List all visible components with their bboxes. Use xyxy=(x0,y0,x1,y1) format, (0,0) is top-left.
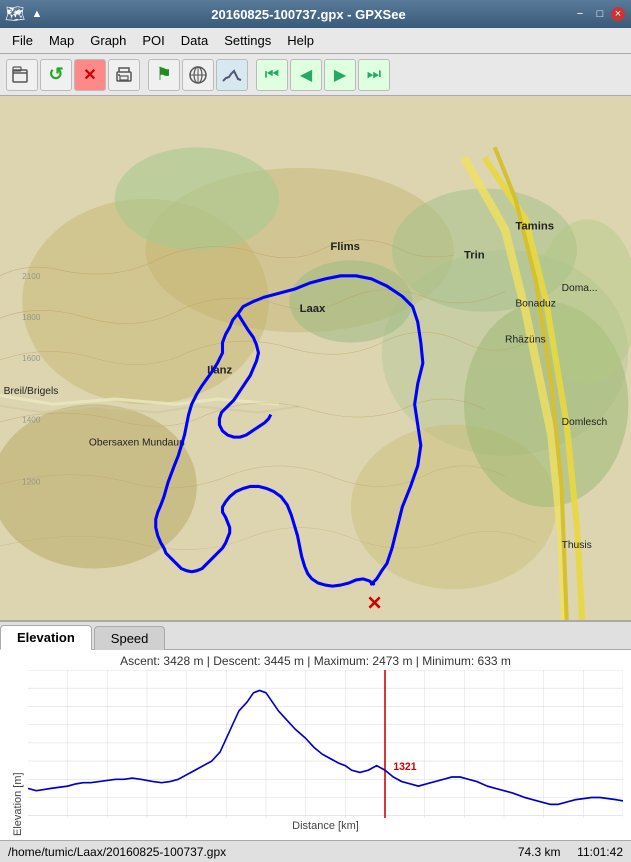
svg-text:Doma...: Doma... xyxy=(562,283,598,294)
svg-text:1600: 1600 xyxy=(22,354,41,363)
menu-data[interactable]: Data xyxy=(173,30,216,51)
waypoint-button[interactable]: ⚑ xyxy=(148,59,180,91)
close-button[interactable]: × xyxy=(611,7,625,21)
title-bar: 🗺 ▲ 20160825-100737.gpx - GPXSee − □ × xyxy=(0,0,631,28)
tab-bar: Elevation Speed xyxy=(0,622,631,650)
remove-button[interactable]: ✕ xyxy=(74,59,106,91)
menu-settings[interactable]: Settings xyxy=(216,30,279,51)
chart-inner: 2400 2200 2000 1800 1600 1400 1200 1000 … xyxy=(28,670,623,836)
chart-area: Ascent: 3428 m | Descent: 3445 m | Maxim… xyxy=(0,650,631,840)
chart-svg-container[interactable]: 2400 2200 2000 1800 1600 1400 1200 1000 … xyxy=(28,670,623,818)
svg-text:Rhäzüns: Rhäzüns xyxy=(505,335,546,346)
print-button[interactable] xyxy=(108,59,140,91)
menu-bar: File Map Graph POI Data Settings Help xyxy=(0,28,631,54)
menu-file[interactable]: File xyxy=(4,30,41,51)
svg-text:Laax: Laax xyxy=(300,303,326,315)
svg-text:1200: 1200 xyxy=(22,477,41,486)
reload-button[interactable]: ↺ xyxy=(40,59,72,91)
svg-text:1321: 1321 xyxy=(393,761,416,774)
minimize-button[interactable]: − xyxy=(571,5,589,23)
window-title: 20160825-100737.gpx - GPXSee xyxy=(46,7,571,22)
chart-stats: Ascent: 3428 m | Descent: 3445 m | Maxim… xyxy=(8,654,623,668)
distance: 74.3 km xyxy=(518,845,561,859)
svg-text:Obersaxen Mundaun: Obersaxen Mundaun xyxy=(89,437,185,448)
nav-last-button[interactable]: ⏭ xyxy=(358,59,390,91)
maximize-button[interactable]: □ xyxy=(591,5,609,23)
chart-container: Elevation [m] xyxy=(8,670,623,836)
bottom-panel: Elevation Speed Ascent: 3428 m | Descent… xyxy=(0,620,631,840)
menu-poi[interactable]: POI xyxy=(134,30,172,51)
tab-elevation[interactable]: Elevation xyxy=(0,625,92,650)
nav-prev-button[interactable]: ◀ xyxy=(290,59,322,91)
svg-text:Thusis: Thusis xyxy=(562,540,592,551)
svg-text:Flims: Flims xyxy=(330,241,360,253)
x-axis-label: Distance [km] xyxy=(28,820,623,836)
nav-first-button[interactable]: ⏮ xyxy=(256,59,288,91)
elevation-graph-button[interactable] xyxy=(216,59,248,91)
svg-text:Domlesch: Domlesch xyxy=(562,417,608,428)
nav-next-button[interactable]: ▶ xyxy=(324,59,356,91)
svg-text:Breil/Brigels: Breil/Brigels xyxy=(4,386,59,397)
y-axis-label: Elevation [m] xyxy=(8,670,28,836)
status-bar: /home/tumic/Laax/20160825-100737.gpx 74.… xyxy=(0,840,631,862)
title-bar-left: 🗺 ▲ xyxy=(6,5,46,23)
svg-text:Bonaduz: Bonaduz xyxy=(515,299,556,310)
file-path: /home/tumic/Laax/20160825-100737.gpx xyxy=(8,845,226,859)
app-icon: 🗺 xyxy=(6,5,24,23)
map-area[interactable]: 2100 1800 1600 1400 1200 Flims Trin Tami… xyxy=(0,96,631,620)
time: 11:01:42 xyxy=(577,845,623,859)
svg-text:Tamins: Tamins xyxy=(515,221,554,233)
tab-speed[interactable]: Speed xyxy=(94,626,166,650)
menu-help[interactable]: Help xyxy=(279,30,322,51)
title-bar-right: − □ × xyxy=(571,5,625,23)
open-button[interactable] xyxy=(6,59,38,91)
svg-text:2100: 2100 xyxy=(22,272,41,281)
menu-map[interactable]: Map xyxy=(41,30,82,51)
svg-text:Trin: Trin xyxy=(464,249,485,261)
status-info: 74.3 km 11:01:42 xyxy=(518,845,623,859)
map-canvas[interactable]: 2100 1800 1600 1400 1200 Flims Trin Tami… xyxy=(0,96,631,620)
toolbar: ↺ ✕ ⚑ ⏮ ◀ ▶ ⏭ xyxy=(0,54,631,96)
svg-text:1800: 1800 xyxy=(22,313,41,322)
menu-graph[interactable]: Graph xyxy=(82,30,134,51)
map-source-button[interactable] xyxy=(182,59,214,91)
shade-button[interactable]: ▲ xyxy=(28,5,46,23)
svg-text:1400: 1400 xyxy=(22,416,41,425)
